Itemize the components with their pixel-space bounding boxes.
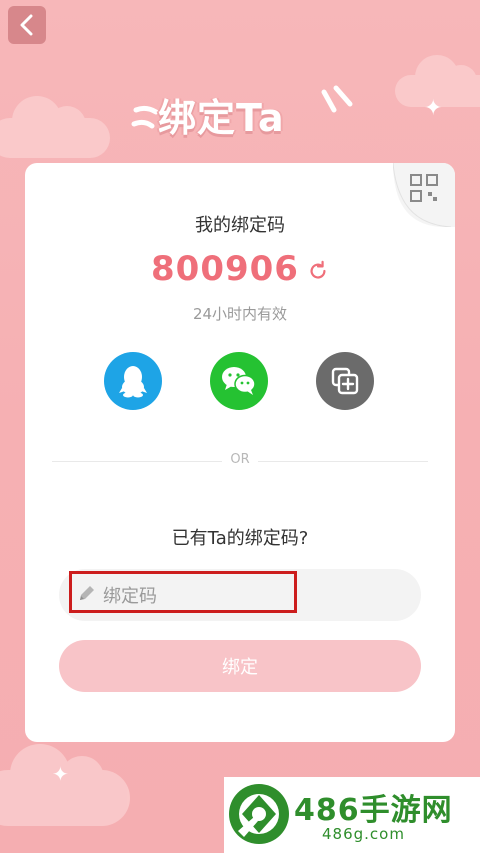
share-options bbox=[25, 352, 455, 410]
my-code-label: 我的绑定码 bbox=[195, 215, 285, 236]
share-wechat-button[interactable] bbox=[210, 352, 268, 410]
copy-code-button[interactable] bbox=[316, 352, 374, 410]
bind-button[interactable]: 绑定 bbox=[59, 640, 421, 692]
or-text: OR bbox=[230, 452, 250, 467]
binding-code-input[interactable] bbox=[101, 579, 405, 613]
sparkle-icon: ✦ bbox=[424, 96, 443, 121]
cloud-decoration bbox=[0, 96, 110, 158]
copy-icon bbox=[331, 367, 359, 395]
or-divider: OR bbox=[52, 452, 428, 472]
site-logo-icon bbox=[229, 784, 289, 844]
watermark-title: 486手游网 bbox=[294, 793, 453, 828]
wechat-icon bbox=[222, 367, 256, 395]
refresh-icon[interactable] bbox=[307, 260, 329, 282]
sparkle-icon: ✦ bbox=[52, 762, 69, 786]
site-watermark: 486手游网 486g.com bbox=[224, 777, 480, 853]
pencil-icon bbox=[80, 586, 94, 600]
validity-text: 24小时内有效 bbox=[192, 305, 288, 323]
share-qq-button[interactable] bbox=[104, 352, 162, 410]
have-code-label: 已有Ta的绑定码? bbox=[171, 528, 309, 549]
chevron-left-icon bbox=[20, 14, 33, 36]
watermark-url: 486g.com bbox=[322, 825, 405, 843]
binding-code: 800906 bbox=[151, 249, 299, 289]
code-row: 800906 bbox=[25, 249, 455, 289]
divider-line bbox=[258, 461, 428, 462]
bind-card: 我的绑定码 800906 24小时内有效 OR 已有Ta的绑定码? 绑定码 绑定 bbox=[25, 163, 455, 742]
code-input-field[interactable] bbox=[59, 569, 421, 621]
qq-icon bbox=[119, 366, 147, 398]
back-button[interactable] bbox=[8, 6, 46, 44]
page-title: 绑定Ta bbox=[158, 96, 285, 140]
bind-partner-screen: ✦ ✦ 绑定Ta 我的绑定码 800906 24小时内有效 OR 已有Ta的绑定… bbox=[0, 0, 480, 853]
